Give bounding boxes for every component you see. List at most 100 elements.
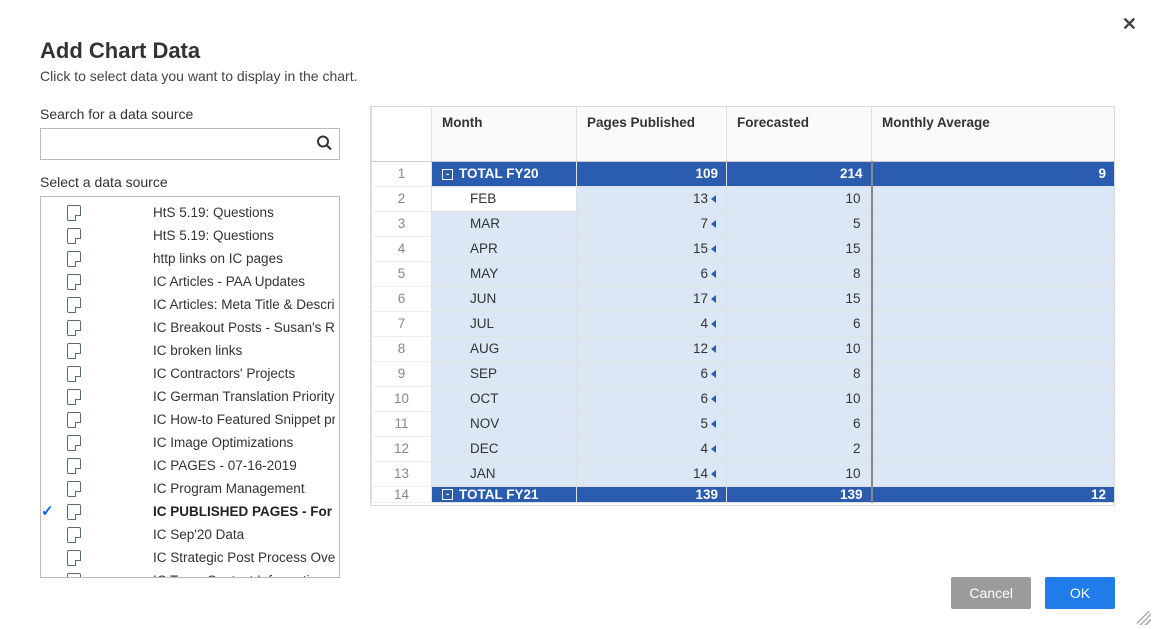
cell-avg[interactable] — [872, 386, 1115, 411]
row-number[interactable]: 14 — [372, 486, 432, 502]
cell-forecast[interactable]: 15 — [727, 286, 872, 311]
cell-month[interactable]: AUG — [432, 336, 577, 361]
data-source-list[interactable]: ✓HtS 5.19: Questions✓HtS 5.19: Questions… — [40, 196, 340, 578]
column-header-pages[interactable]: Pages Published — [577, 107, 727, 161]
row-number[interactable]: 9 — [372, 361, 432, 386]
ok-button[interactable]: OK — [1045, 577, 1115, 609]
table-row[interactable]: 10OCT610 — [372, 386, 1115, 411]
row-number[interactable]: 10 — [372, 386, 432, 411]
cell-avg[interactable] — [872, 461, 1115, 486]
cell-forecast[interactable]: 10 — [727, 186, 872, 211]
data-source-item[interactable]: ✓HtS 5.19: Questions — [41, 224, 339, 247]
cell-forecast[interactable]: 8 — [727, 361, 872, 386]
row-number[interactable]: 13 — [372, 461, 432, 486]
row-number[interactable]: 4 — [372, 236, 432, 261]
table-row[interactable]: 5MAY68 — [372, 261, 1115, 286]
row-number[interactable]: 11 — [372, 411, 432, 436]
table-row[interactable]: 8AUG1210 — [372, 336, 1115, 361]
cell-month[interactable]: JAN — [432, 461, 577, 486]
table-row[interactable]: 2FEB1310 — [372, 186, 1115, 211]
cell-pages[interactable]: 109 — [577, 161, 727, 186]
table-row[interactable]: 11NOV56 — [372, 411, 1115, 436]
data-source-item[interactable]: ✓IC Contractors' Projects — [41, 362, 339, 385]
data-source-item[interactable]: ✓IC How-to Featured Snippet proje — [41, 408, 339, 431]
cell-forecast[interactable]: 5 — [727, 211, 872, 236]
table-row[interactable]: 14-TOTAL FY2113913912 — [372, 486, 1115, 502]
cell-pages[interactable]: 15 — [577, 236, 727, 261]
column-header-avg[interactable]: Monthly Average — [872, 107, 1115, 161]
cell-avg[interactable] — [872, 311, 1115, 336]
collapse-toggle-icon[interactable]: - — [442, 169, 453, 180]
row-number[interactable]: 7 — [372, 311, 432, 336]
data-source-item[interactable]: ✓IC Articles - PAA Updates — [41, 270, 339, 293]
cell-forecast[interactable]: 15 — [727, 236, 872, 261]
table-row[interactable]: 9SEP68 — [372, 361, 1115, 386]
cancel-button[interactable]: Cancel — [951, 577, 1031, 609]
cell-avg[interactable] — [872, 211, 1115, 236]
cell-avg[interactable] — [872, 286, 1115, 311]
cell-forecast[interactable]: 10 — [727, 461, 872, 486]
cell-pages[interactable]: 12 — [577, 336, 727, 361]
cell-pages[interactable]: 17 — [577, 286, 727, 311]
search-input[interactable] — [40, 128, 340, 160]
row-number[interactable]: 2 — [372, 186, 432, 211]
data-source-item[interactable]: ✓IC Articles: Meta Title & Descriptio — [41, 293, 339, 316]
cell-avg[interactable] — [872, 186, 1115, 211]
data-source-item[interactable]: ✓IC broken links — [41, 339, 339, 362]
row-number[interactable]: 12 — [372, 436, 432, 461]
cell-avg[interactable] — [872, 411, 1115, 436]
cell-forecast[interactable]: 214 — [727, 161, 872, 186]
resize-grip-icon[interactable] — [1137, 611, 1151, 625]
cell-forecast[interactable]: 139 — [727, 486, 872, 502]
cell-avg[interactable] — [872, 261, 1115, 286]
row-number[interactable]: 6 — [372, 286, 432, 311]
cell-month[interactable]: DEC — [432, 436, 577, 461]
data-source-item[interactable]: ✓IC Image Optimizations — [41, 431, 339, 454]
data-source-item[interactable]: ✓IC Breakout Posts - Susan's Repo — [41, 316, 339, 339]
cell-month[interactable]: MAY — [432, 261, 577, 286]
data-source-item[interactable]: ✓IC Team Contact Information — [41, 569, 339, 578]
data-grid[interactable]: Month Pages Published Forecasted Monthly… — [371, 107, 1114, 503]
cell-pages[interactable]: 5 — [577, 411, 727, 436]
cell-avg[interactable] — [872, 336, 1115, 361]
cell-forecast[interactable]: 8 — [727, 261, 872, 286]
cell-pages[interactable]: 6 — [577, 261, 727, 286]
table-row[interactable]: 1-TOTAL FY201092149 — [372, 161, 1115, 186]
table-row[interactable]: 7JUL46 — [372, 311, 1115, 336]
row-number[interactable]: 1 — [372, 161, 432, 186]
cell-avg[interactable] — [872, 361, 1115, 386]
data-source-item[interactable]: ✓IC PUBLISHED PAGES - For Dash — [41, 500, 339, 523]
table-row[interactable]: 13JAN1410 — [372, 461, 1115, 486]
table-row[interactable]: 3MAR75 — [372, 211, 1115, 236]
cell-month[interactable]: SEP — [432, 361, 577, 386]
cell-forecast[interactable]: 10 — [727, 336, 872, 361]
data-source-item[interactable]: ✓IC Program Management — [41, 477, 339, 500]
cell-avg[interactable] — [872, 236, 1115, 261]
close-button[interactable]: ✕ — [1122, 14, 1137, 35]
cell-pages[interactable]: 7 — [577, 211, 727, 236]
cell-forecast[interactable]: 6 — [727, 311, 872, 336]
column-header-month[interactable]: Month — [432, 107, 577, 161]
cell-month[interactable]: JUL — [432, 311, 577, 336]
row-number[interactable]: 5 — [372, 261, 432, 286]
table-row[interactable]: 6JUN1715 — [372, 286, 1115, 311]
cell-pages[interactable]: 13 — [577, 186, 727, 211]
cell-pages[interactable]: 4 — [577, 311, 727, 336]
collapse-toggle-icon[interactable]: - — [442, 489, 453, 500]
cell-month[interactable]: -TOTAL FY21 — [432, 486, 577, 502]
cell-avg[interactable]: 12 — [872, 486, 1115, 502]
cell-month[interactable]: NOV — [432, 411, 577, 436]
row-number[interactable]: 3 — [372, 211, 432, 236]
cell-avg[interactable]: 9 — [872, 161, 1115, 186]
cell-pages[interactable]: 139 — [577, 486, 727, 502]
cell-forecast[interactable]: 2 — [727, 436, 872, 461]
cell-month[interactable]: FEB — [432, 186, 577, 211]
row-number[interactable]: 8 — [372, 336, 432, 361]
cell-month[interactable]: JUN — [432, 286, 577, 311]
cell-month[interactable]: -TOTAL FY20 — [432, 161, 577, 186]
table-row[interactable]: 12DEC42 — [372, 436, 1115, 461]
cell-pages[interactable]: 4 — [577, 436, 727, 461]
table-row[interactable]: 4APR1515 — [372, 236, 1115, 261]
cell-avg[interactable] — [872, 436, 1115, 461]
cell-month[interactable]: OCT — [432, 386, 577, 411]
